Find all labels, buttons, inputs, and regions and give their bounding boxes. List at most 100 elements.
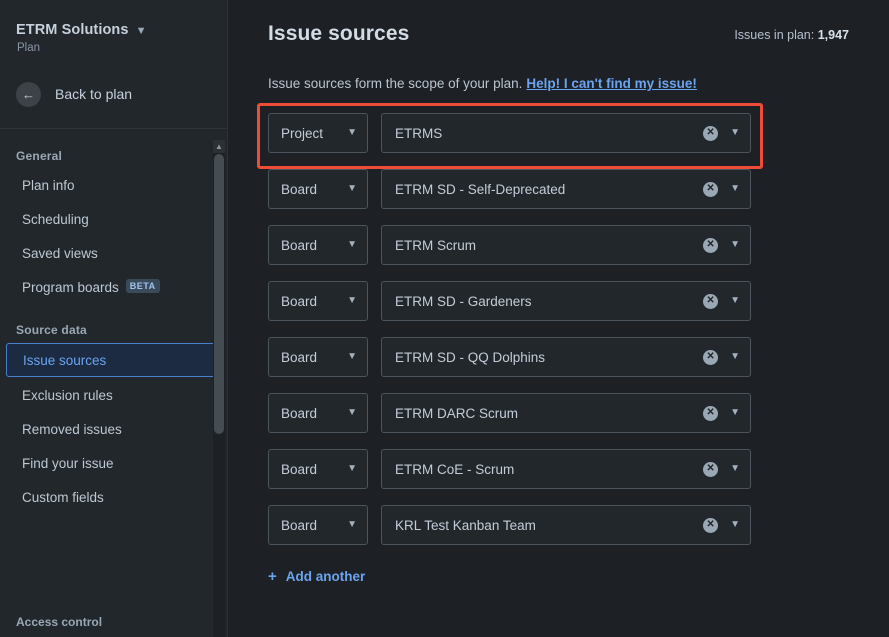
plus-icon: +: [268, 568, 277, 585]
chevron-down-icon: ▼: [730, 519, 740, 530]
issues-in-plan-label: Issues in plan:: [734, 28, 815, 42]
sidebar: ETRM Solutions ▼ Plan ← Back to plan Gen…: [0, 0, 228, 637]
issue-source-row: Board ▼ KRL Test Kanban Team ✕ ▼: [268, 505, 849, 545]
source-type-value: Board: [281, 405, 318, 421]
clear-circle-icon[interactable]: ✕: [703, 349, 719, 365]
issue-source-row: Board ▼ ETRM SD - QQ Dolphins ✕ ▼: [268, 337, 849, 377]
sidebar-item-label: Custom fields: [22, 489, 104, 505]
sidebar-item-label: Saved views: [22, 245, 98, 261]
clear-circle-icon[interactable]: ✕: [703, 517, 719, 533]
chevron-down-icon: ▼: [347, 463, 357, 474]
source-value-select[interactable]: ETRM Scrum ✕ ▼: [381, 225, 751, 265]
source-type-select[interactable]: Board ▼: [268, 393, 368, 433]
subtitle-text: Issue sources form the scope of your pla…: [268, 76, 523, 91]
sidebar-header: ETRM Solutions ▼ Plan: [0, 0, 227, 54]
sidebar-item-program-boards[interactable]: Program boards BETA: [6, 271, 221, 303]
chevron-down-icon: ▼: [730, 407, 740, 418]
project-subtitle: Plan: [17, 42, 41, 54]
sidebar-item-removed-issues[interactable]: Removed issues: [6, 413, 221, 445]
source-value-text: ETRM DARC Scrum: [395, 405, 519, 421]
clear-circle-icon[interactable]: ✕: [703, 125, 719, 141]
source-type-select[interactable]: Board ▼: [268, 225, 368, 265]
source-value-text: ETRM Scrum: [395, 237, 476, 253]
back-to-plan-label: Back to plan: [55, 86, 133, 102]
source-type-select[interactable]: Board ▼: [268, 169, 368, 209]
sidebar-item-scheduling[interactable]: Scheduling: [6, 203, 221, 235]
clear-circle-icon[interactable]: ✕: [703, 461, 719, 477]
source-value-text: ETRM SD - Self-Deprecated: [395, 181, 566, 197]
chevron-down-icon: ▼: [730, 463, 740, 474]
source-type-value: Board: [281, 293, 318, 309]
scroll-up-icon[interactable]: ▲: [213, 140, 225, 153]
scrollbar-thumb[interactable]: [214, 154, 224, 434]
sidebar-item-label: Find your issue: [22, 455, 114, 471]
sidebar-section-source-data: Source data: [16, 323, 87, 337]
chevron-down-icon: ▼: [730, 295, 740, 306]
source-value-select[interactable]: ETRM SD - QQ Dolphins ✕ ▼: [381, 337, 751, 377]
chevron-down-icon: ▼: [730, 127, 740, 138]
clear-circle-icon[interactable]: ✕: [703, 237, 719, 253]
clear-circle-icon[interactable]: ✕: [703, 293, 719, 309]
source-type-value: Board: [281, 237, 318, 253]
source-value-text: ETRMS: [395, 125, 443, 141]
chevron-down-icon: ▼: [347, 183, 357, 194]
page-subtitle: Issue sources form the scope of your pla…: [268, 76, 849, 91]
issue-source-row: Board ▼ ETRM SD - Self-Deprecated ✕ ▼: [268, 169, 849, 209]
add-another-label: Add another: [285, 569, 366, 584]
sidebar-item-issue-sources[interactable]: Issue sources: [6, 343, 221, 377]
page-title: Issue sources: [268, 22, 410, 45]
issue-source-rows: Project ▼ ETRMS ✕ ▼ Board ▼ ETRM SD - Se…: [257, 103, 849, 545]
chevron-down-icon: ▼: [347, 519, 357, 530]
issue-source-row: Board ▼ ETRM Scrum ✕ ▼: [268, 225, 849, 265]
sidebar-item-saved-views[interactable]: Saved views: [6, 237, 221, 269]
chevron-down-icon: ▼: [135, 24, 147, 37]
source-value-select[interactable]: ETRMS ✕ ▼: [381, 113, 751, 153]
sidebar-item-plan-info[interactable]: Plan info: [6, 169, 221, 201]
source-value-select[interactable]: ETRM SD - Self-Deprecated ✕ ▼: [381, 169, 751, 209]
back-to-plan-button[interactable]: ← Back to plan: [0, 76, 227, 112]
issue-source-row: Board ▼ ETRM SD - Gardeners ✕ ▼: [268, 281, 849, 321]
source-value-text: ETRM SD - QQ Dolphins: [395, 349, 546, 365]
source-value-select[interactable]: KRL Test Kanban Team ✕ ▼: [381, 505, 751, 545]
add-another-button[interactable]: + Add another: [268, 569, 849, 584]
source-value-select[interactable]: ETRM DARC Scrum ✕ ▼: [381, 393, 751, 433]
issue-source-row: Project ▼ ETRMS ✕ ▼: [257, 103, 849, 169]
project-switcher[interactable]: ETRM Solutions ▼: [16, 22, 211, 38]
source-value-select[interactable]: ETRM CoE - Scrum ✕ ▼: [381, 449, 751, 489]
app-window: ETRM Solutions ▼ Plan ← Back to plan Gen…: [0, 0, 889, 637]
source-type-value: Board: [281, 517, 318, 533]
sidebar-item-label: Program boards: [22, 279, 119, 295]
source-type-select[interactable]: Board ▼: [268, 281, 368, 321]
sidebar-item-custom-fields[interactable]: Custom fields: [6, 481, 221, 513]
chevron-down-icon: ▼: [730, 351, 740, 362]
sidebar-nav: General Plan info Scheduling Saved views…: [0, 129, 227, 513]
chevron-down-icon: ▼: [347, 295, 357, 306]
clear-circle-icon[interactable]: ✕: [703, 181, 719, 197]
source-type-select[interactable]: Board ▼: [268, 505, 368, 545]
source-type-select[interactable]: Project ▼: [268, 113, 368, 153]
source-type-value: Board: [281, 461, 318, 477]
main-header: Issue sources Issues in plan: 1,947: [268, 22, 849, 46]
source-type-select[interactable]: Board ▼: [268, 337, 368, 377]
help-link[interactable]: Help! I can't find my issue!: [526, 76, 697, 91]
sidebar-item-find-your-issue[interactable]: Find your issue: [6, 447, 221, 479]
sidebar-item-label: Removed issues: [22, 421, 122, 437]
sidebar-section-access-control: Access control: [16, 615, 103, 629]
source-value-text: ETRM CoE - Scrum: [395, 461, 515, 477]
chevron-down-icon: ▼: [347, 127, 357, 138]
sidebar-item-label: Plan info: [22, 177, 75, 193]
chevron-down-icon: ▼: [347, 407, 357, 418]
source-type-select[interactable]: Board ▼: [268, 449, 368, 489]
source-value-select[interactable]: ETRM SD - Gardeners ✕ ▼: [381, 281, 751, 321]
clear-circle-icon[interactable]: ✕: [703, 405, 719, 421]
sidebar-item-exclusion-rules[interactable]: Exclusion rules: [6, 379, 221, 411]
sidebar-section-general: General: [16, 149, 63, 163]
sidebar-item-label: Issue sources: [23, 352, 107, 368]
issue-source-row: Board ▼ ETRM DARC Scrum ✕ ▼: [268, 393, 849, 433]
source-value-text: ETRM SD - Gardeners: [395, 293, 532, 309]
sidebar-scrollbar[interactable]: ▲: [213, 140, 225, 637]
issue-source-row: Board ▼ ETRM CoE - Scrum ✕ ▼: [268, 449, 849, 489]
chevron-down-icon: ▼: [347, 351, 357, 362]
issues-in-plan: Issues in plan: 1,947: [734, 28, 849, 46]
main-content: Issue sources Issues in plan: 1,947 Issu…: [228, 0, 889, 637]
